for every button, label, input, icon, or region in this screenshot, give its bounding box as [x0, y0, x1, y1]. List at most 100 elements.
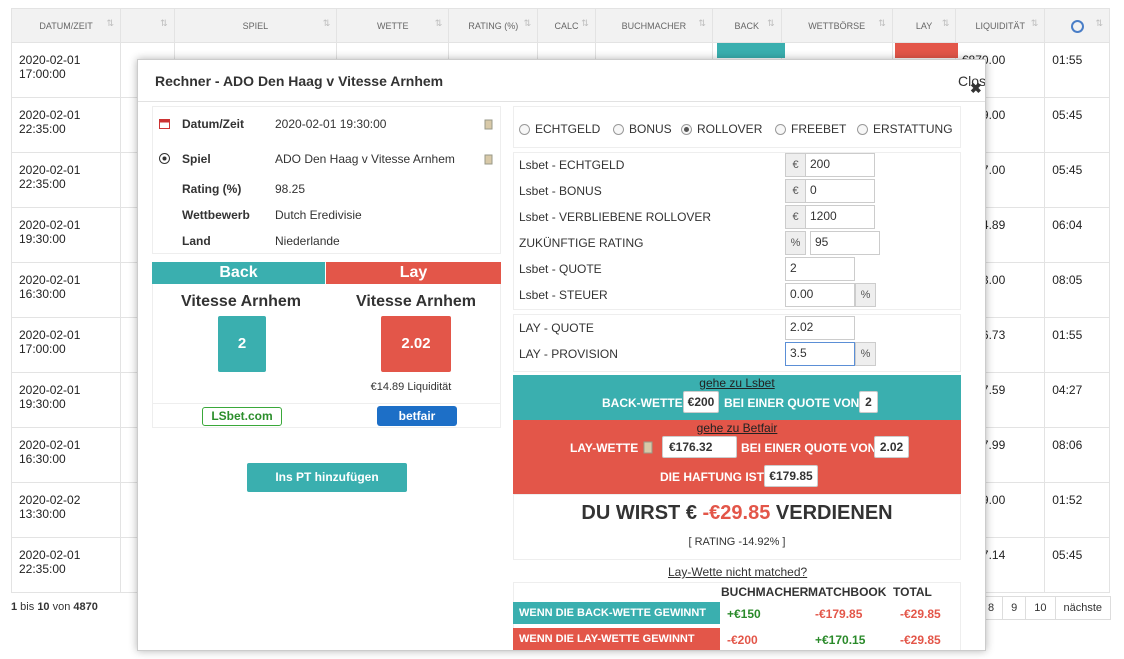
result-prefix: DU WIRST € [581, 502, 703, 524]
sort-icon[interactable]: ⇅ [524, 18, 532, 29]
column-header[interactable]: CALC ⇅ [537, 8, 596, 43]
sort-icon[interactable]: ⇅ [435, 18, 443, 29]
column-header[interactable]: ⇅ [120, 8, 175, 43]
datum-label: Datum/Zeit [182, 117, 245, 131]
sort-icon[interactable]: ⇅ [1095, 18, 1103, 29]
lay-quote-label: LAY - QUOTE [519, 321, 594, 335]
copy-icon[interactable] [483, 119, 494, 130]
row-countdown: 01:55 [1052, 328, 1083, 342]
column-header[interactable]: ⇅ [1044, 8, 1110, 43]
back-odds-value: 2 [859, 391, 878, 413]
radio-icon[interactable] [613, 123, 624, 135]
lay-odds-label: BEI EINER QUOTE VON [741, 441, 877, 455]
betfair-logo[interactable]: betfair [377, 406, 457, 426]
add-pt-button[interactable]: Ins PT hinzufügen [247, 463, 407, 492]
row1-match: -€179.85 [815, 607, 863, 621]
liability-value: €179.85 [764, 465, 818, 487]
sort-icon[interactable]: ⇅ [942, 18, 950, 29]
column-header-label: LAY [915, 20, 933, 31]
radio-bonus[interactable]: BONUS [613, 122, 672, 136]
table-cell: 2020-02-01 17:00:00 [10, 317, 122, 373]
radio-erstattung[interactable]: ERSTATTUNG [857, 122, 953, 136]
land-value: Niederlande [275, 234, 340, 248]
pager-von: von [49, 601, 74, 613]
column-header-label: RATING (%) [468, 20, 519, 31]
percent-addon: % [855, 283, 876, 307]
sort-icon[interactable]: ⇅ [698, 18, 706, 29]
row-date: 2020-02-01 [19, 163, 81, 177]
copy-icon[interactable] [483, 154, 494, 165]
bonus-input[interactable]: 0 [805, 179, 875, 203]
table-cell: 01:52 [1044, 482, 1110, 538]
pagination: 8 9 10 nächste [979, 596, 1112, 620]
row-time: 16:30:00 [19, 287, 66, 301]
steuer-input[interactable]: 0.00 [785, 283, 855, 307]
radio-icon[interactable] [775, 123, 786, 135]
sort-icon[interactable]: ⇅ [581, 18, 589, 29]
radio-icon[interactable] [519, 123, 530, 135]
match-info-panel: Datum/Zeit 2020-02-01 19:30:00 Spiel ADO… [152, 106, 501, 254]
lay-provision-input[interactable]: 3.5 [785, 342, 855, 366]
row-time: 13:30:00 [19, 507, 66, 521]
column-header[interactable]: RATING (%) ⇅ [448, 8, 539, 43]
sort-icon[interactable]: ⇅ [160, 18, 168, 29]
not-matched-link[interactable]: Lay-Wette nicht matched? [668, 565, 807, 579]
radio-rollover[interactable]: ROLLOVER [681, 122, 762, 136]
land-label: Land [182, 234, 211, 248]
pager-end: 10 [37, 601, 50, 613]
lay-liquidity: €14.89 Liquidität [370, 381, 452, 393]
sort-icon[interactable]: ⇅ [107, 18, 115, 29]
radio-icon[interactable] [857, 123, 868, 135]
column-header[interactable]: BACK ⇅ [711, 8, 782, 43]
column-header[interactable]: SPIEL ⇅ [173, 8, 338, 43]
sort-icon[interactable]: ⇅ [878, 18, 886, 29]
close-icon[interactable]: ✖ [970, 80, 982, 97]
result-amount: -€29.85 [702, 502, 771, 524]
column-header[interactable]: WETTBÖRSE ⇅ [780, 8, 893, 43]
column-header[interactable]: BUCHMACHER ⇅ [594, 8, 713, 43]
sort-icon[interactable]: ⇅ [1031, 18, 1039, 29]
row-date: 2020-02-01 [19, 53, 81, 67]
row-countdown: 05:45 [1052, 163, 1083, 177]
table-cell: 04:27 [1044, 372, 1110, 428]
page-10[interactable]: 10 [1025, 596, 1056, 620]
row-time: 22:35:00 [19, 177, 66, 191]
radio-echtgeld[interactable]: ECHTGELD [519, 122, 600, 136]
row-time: 17:00:00 [19, 67, 66, 81]
column-header[interactable]: LAY ⇅ [891, 8, 957, 43]
table-cell: 2020-02-01 22:35:00 [10, 537, 122, 593]
radio-freebet[interactable]: FREEBET [775, 122, 846, 136]
percent-addon: % [855, 342, 876, 366]
radio-label: ECHTGELD [535, 122, 601, 136]
table-cell: 2020-02-01 19:30:00 [10, 372, 122, 428]
table-cell: 2020-02-01 22:35:00 [10, 152, 122, 208]
goto-lsbet-link[interactable]: gehe zu Lsbet [513, 376, 961, 390]
lsbet-logo[interactable]: LSbet.com [202, 407, 282, 426]
column-header[interactable]: LIQUIDITÄT ⇅ [955, 8, 1046, 43]
lay-header: Lay [326, 262, 501, 284]
column-header[interactable]: WETTE ⇅ [336, 8, 450, 43]
sort-icon[interactable]: ⇅ [767, 18, 775, 29]
row-countdown: 05:45 [1052, 108, 1083, 122]
rollover-input[interactable]: 1200 [805, 205, 875, 229]
row-date: 2020-02-02 [19, 493, 81, 507]
echtgeld-input[interactable]: 200 [805, 153, 875, 177]
page-9[interactable]: 9 [1002, 596, 1027, 620]
copy-icon[interactable] [643, 441, 653, 454]
quote-input[interactable]: 2 [785, 257, 855, 281]
lay-quote-input[interactable]: 2.02 [785, 316, 855, 340]
radio-selected-icon[interactable] [681, 123, 692, 135]
row-date: 2020-02-01 [19, 218, 81, 232]
next-page-button[interactable]: nächste [1054, 596, 1112, 620]
back-odds: 2 [218, 316, 266, 372]
goto-betfair-link[interactable]: gehe zu Betfair [513, 421, 961, 435]
table-cell: 2020-02-01 16:30:00 [10, 427, 122, 483]
column-header[interactable]: DATUM/ZEIT ⇅ [10, 8, 122, 43]
row-date: 2020-02-01 [19, 108, 81, 122]
back-stake: €200 [683, 391, 719, 413]
calculator-modal: Rechner - ADO Den Haag v Vitesse Arnhem … [137, 59, 986, 651]
row-countdown: 01:52 [1052, 493, 1083, 507]
future-rating-input[interactable]: 95 [810, 231, 880, 255]
row-date: 2020-02-01 [19, 548, 81, 562]
sort-icon[interactable]: ⇅ [323, 18, 331, 29]
